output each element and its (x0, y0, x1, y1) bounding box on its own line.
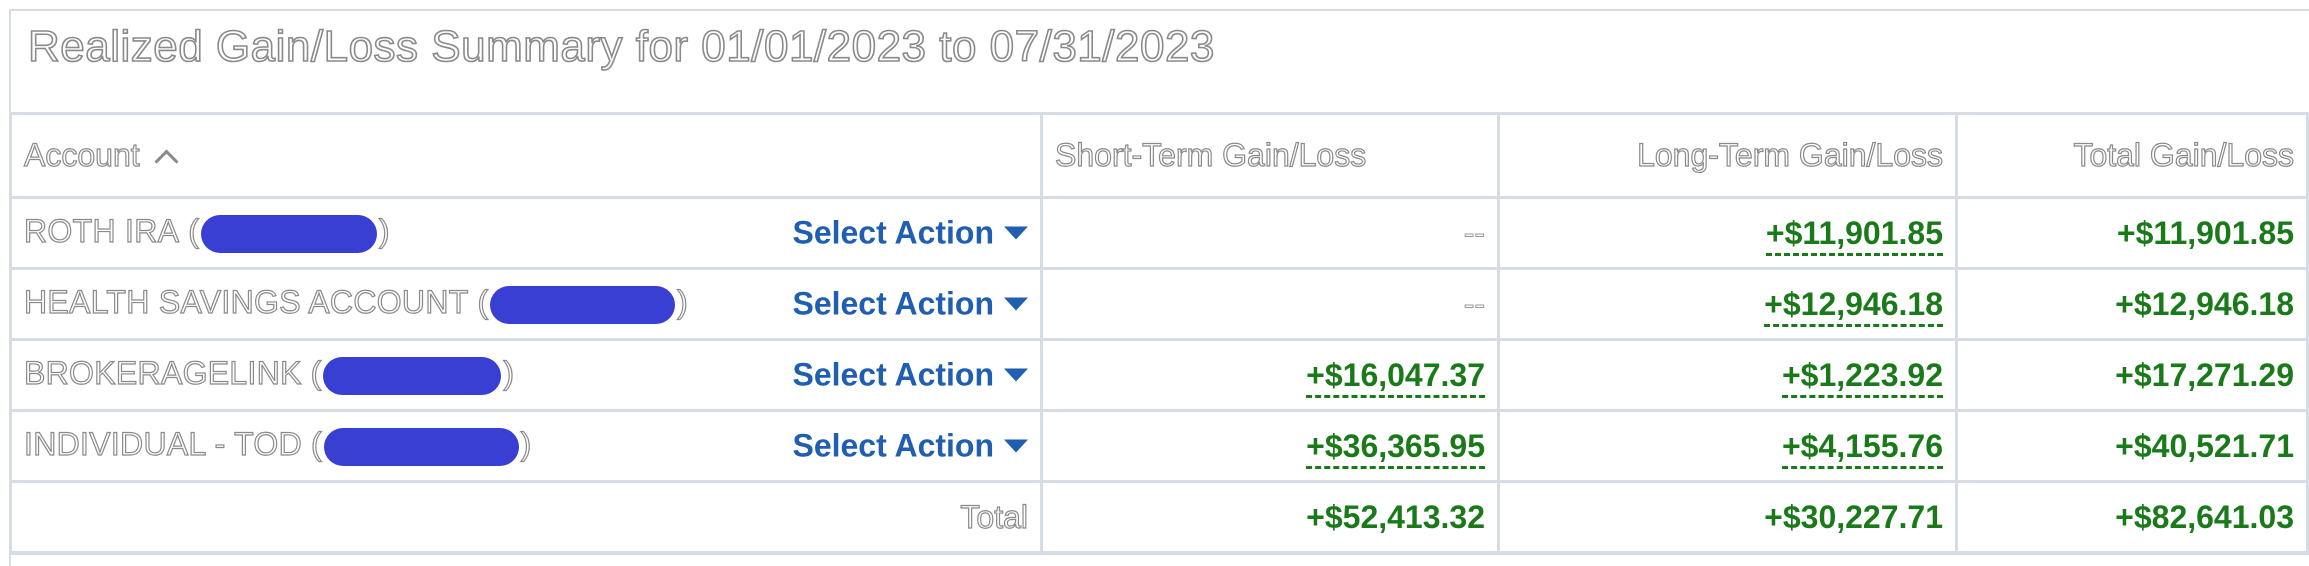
column-header-account[interactable]: Account (9, 112, 1043, 199)
short-term-value: -- (1463, 285, 1485, 322)
redacted-account-number (490, 285, 676, 324)
page-title: Realized Gain/Loss Summary for 01/01/202… (27, 21, 1215, 72)
total-value: +$17,271.29 (2115, 356, 2294, 393)
total-value: +$40,521.71 (2115, 427, 2294, 464)
table-row: ROTH IRA () Select Action -- +$11,901.85… (9, 196, 2309, 270)
account-name: BROKERAGELINK (23, 355, 302, 392)
totals-label: Total (960, 498, 1029, 535)
table-row: BROKERAGELINK () Select Action +$16,047.… (9, 338, 2309, 412)
account-name: HEALTH SAVINGS ACCOUNT (23, 284, 469, 321)
short-term-value-link[interactable]: +$36,365.95 (1306, 427, 1485, 469)
chevron-down-icon (1004, 439, 1028, 453)
column-header-short-term-label: Short-Term Gain/Loss (1054, 136, 1367, 173)
chevron-down-icon (1004, 368, 1028, 382)
select-action-label: Select Action (792, 285, 994, 322)
column-header-long-term-label: Long-Term Gain/Loss (1636, 136, 1943, 173)
column-header-total: Total Gain/Loss (1955, 112, 2309, 199)
long-term-cell: +$12,946.18 (1497, 267, 1958, 341)
totals-label-cell: Total (9, 480, 1043, 554)
select-action-button[interactable]: Select Action (792, 357, 1028, 394)
total-cell: +$11,901.85 (1955, 196, 2309, 270)
sort-ascending-icon[interactable] (154, 149, 179, 174)
chevron-down-icon (1004, 226, 1028, 240)
long-term-value-link[interactable]: +$11,901.85 (1765, 214, 1943, 256)
long-term-value-link[interactable]: +$12,946.18 (1764, 285, 1943, 327)
column-header-short-term: Short-Term Gain/Loss (1040, 112, 1500, 199)
gain-loss-table: Account Short-Term Gain/Loss Long-Term G… (9, 112, 2309, 554)
chevron-down-icon (1004, 297, 1028, 311)
select-action-label: Select Action (792, 214, 994, 251)
column-header-long-term: Long-Term Gain/Loss (1497, 112, 1958, 199)
total-cell: +$12,946.18 (1955, 267, 2309, 341)
totals-long-term-cell: +$30,227.71 (1497, 480, 1958, 554)
account-cell: INDIVIDUAL - TOD () Select Action (9, 409, 1043, 483)
short-term-value-link[interactable]: +$16,047.37 (1306, 356, 1485, 398)
table-row: HEALTH SAVINGS ACCOUNT () Select Action … (9, 267, 2309, 341)
long-term-cell: +$11,901.85 (1497, 196, 1958, 270)
total-value: +$12,946.18 (2115, 285, 2294, 322)
account-name: INDIVIDUAL - TOD (23, 426, 303, 463)
short-term-cell: -- (1040, 267, 1500, 341)
select-action-label: Select Action (792, 356, 994, 393)
redacted-account-number (323, 427, 519, 466)
select-action-button[interactable]: Select Action (792, 428, 1028, 465)
select-action-button[interactable]: Select Action (792, 286, 1028, 323)
totals-total-cell: +$82,641.03 (1955, 480, 2309, 554)
total-cell: +$17,271.29 (1955, 338, 2309, 412)
long-term-cell: +$1,223.92 (1497, 338, 1958, 412)
select-action-button[interactable]: Select Action (792, 215, 1028, 252)
totals-short-term-value: +$52,413.32 (1306, 498, 1485, 535)
short-term-value: -- (1463, 214, 1485, 251)
short-term-cell: -- (1040, 196, 1500, 270)
totals-total-value: +$82,641.03 (2115, 498, 2294, 535)
account-cell: ROTH IRA () Select Action (9, 196, 1043, 270)
totals-row: Total +$52,413.32 +$30,227.71 +$82,641.0… (9, 480, 2309, 554)
select-action-label: Select Action (792, 427, 994, 464)
totals-long-term-value: +$30,227.71 (1764, 498, 1943, 535)
divider (9, 552, 2309, 555)
table-row: INDIVIDUAL - TOD () Select Action +$36,3… (9, 409, 2309, 483)
column-header-total-label: Total Gain/Loss (2073, 136, 2295, 173)
account-cell: HEALTH SAVINGS ACCOUNT () Select Action (9, 267, 1043, 341)
short-term-cell: +$36,365.95 (1040, 409, 1500, 483)
account-name: ROTH IRA (23, 213, 180, 250)
table-header-row: Account Short-Term Gain/Loss Long-Term G… (9, 112, 2309, 199)
redacted-account-number (200, 214, 377, 253)
account-cell: BROKERAGELINK () Select Action (9, 338, 1043, 412)
long-term-value-link[interactable]: +$4,155.76 (1781, 427, 1943, 469)
total-value: +$11,901.85 (2116, 214, 2294, 251)
column-header-account-label: Account (23, 136, 140, 173)
totals-short-term-cell: +$52,413.32 (1040, 480, 1500, 554)
redacted-account-number (323, 356, 502, 395)
short-term-cell: +$16,047.37 (1040, 338, 1500, 412)
total-cell: +$40,521.71 (1955, 409, 2309, 483)
long-term-value-link[interactable]: +$1,223.92 (1781, 356, 1943, 398)
long-term-cell: +$4,155.76 (1497, 409, 1958, 483)
